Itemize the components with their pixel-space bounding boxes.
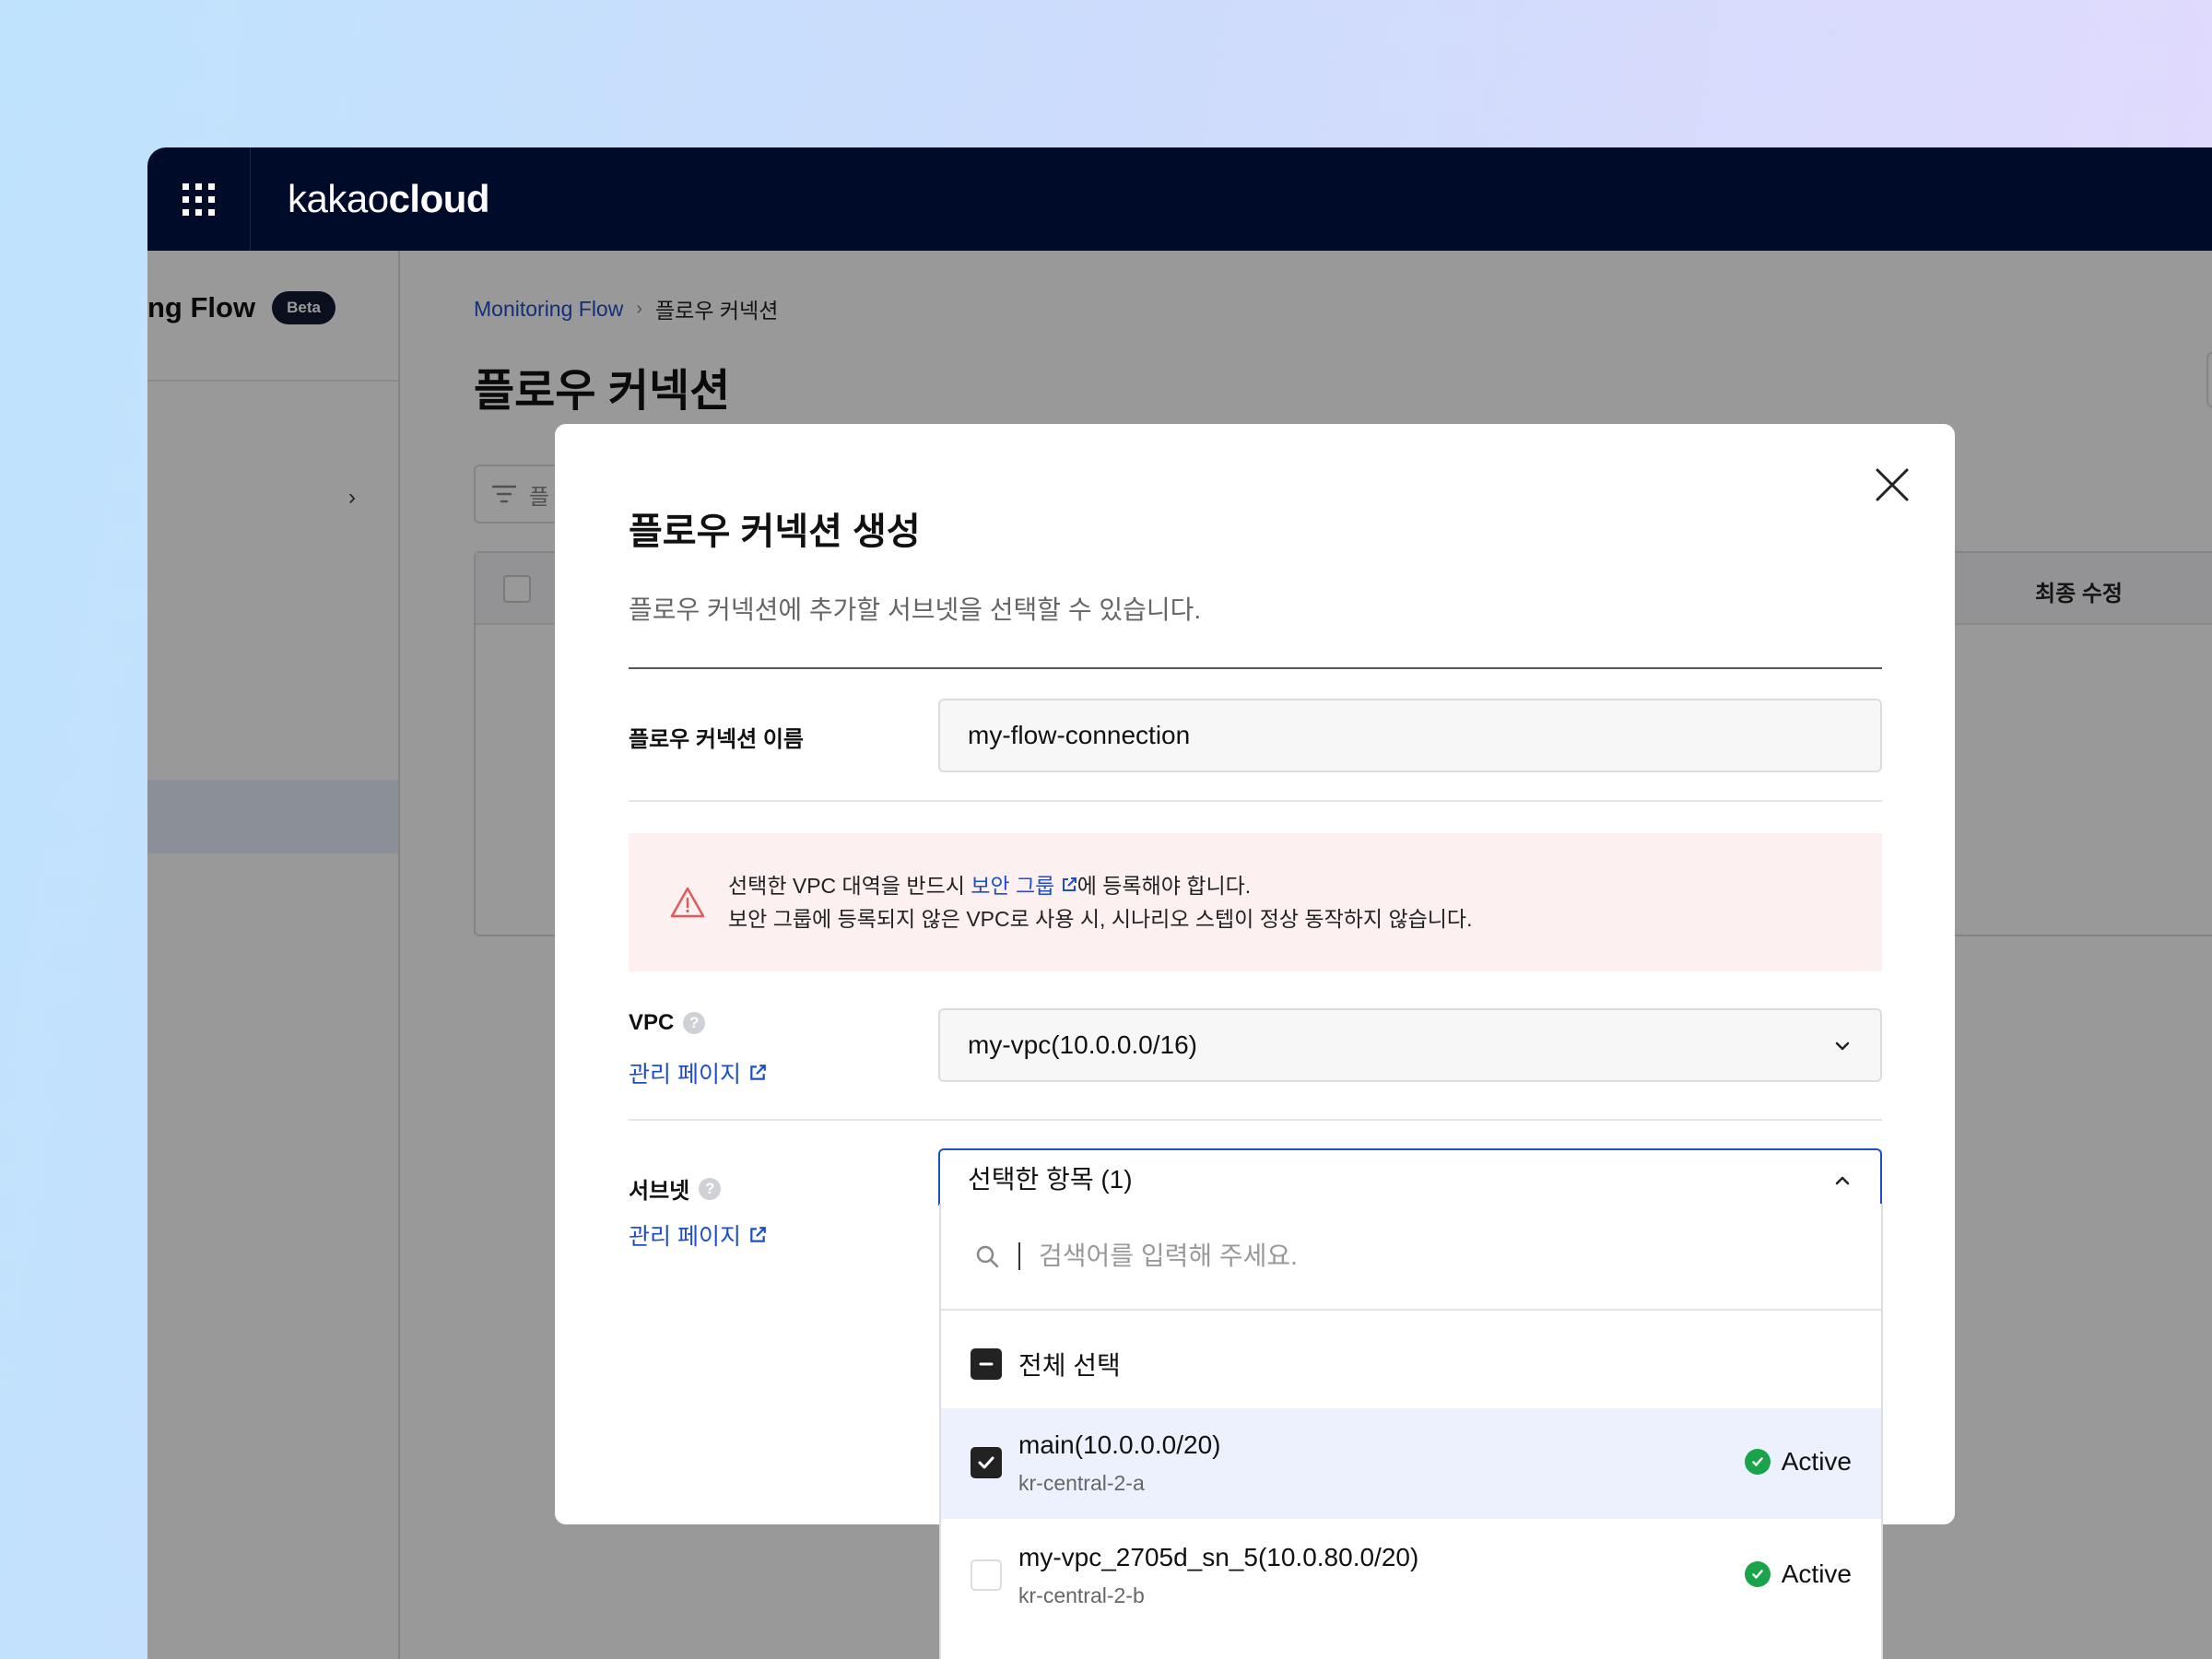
row-divider [629, 1119, 1882, 1121]
vpc-label: VPC ? [629, 1010, 706, 1036]
text-cursor [1018, 1242, 1020, 1270]
grid-menu-icon [182, 182, 215, 216]
modal-title: 플로우 커넥션 생성 [629, 512, 921, 552]
app-menu-button[interactable] [147, 147, 251, 251]
connection-name-input[interactable]: my-flow-connection [938, 699, 1882, 772]
help-icon[interactable]: ? [683, 1012, 706, 1034]
checked-checkbox[interactable] [971, 1447, 1002, 1478]
modal-divider [629, 667, 1882, 669]
close-icon[interactable] [1872, 465, 1912, 505]
chevron-up-icon [1835, 1176, 1850, 1185]
subnet-zone: kr-central-2-b [1018, 1583, 1145, 1607]
help-icon[interactable]: ? [699, 1177, 722, 1200]
top-navigation-bar: kakaocloud [147, 147, 2212, 251]
subnet-name: main(10.0.0.0/20) [1018, 1430, 1221, 1459]
modal-description: 플로우 커넥션에 추가할 서브넷을 선택할 수 있습니다. [629, 595, 1202, 624]
subnet-manage-page-link[interactable]: 관리 페이지 [629, 1218, 767, 1252]
subnet-zone: kr-central-2-a [1018, 1471, 1145, 1495]
subnet-select[interactable]: 선택한 항목 (1) [938, 1148, 1882, 1206]
vpc-select[interactable]: my-vpc(10.0.0.0/16) [938, 1008, 1882, 1082]
status-badge: Active [1744, 1447, 1852, 1477]
select-all-option[interactable]: 전체 선택 [971, 1346, 1121, 1382]
row-divider [629, 800, 1882, 802]
unchecked-checkbox[interactable] [971, 1559, 1002, 1591]
subnet-search [941, 1204, 1881, 1311]
vpc-manage-page-link[interactable]: 관리 페이지 [629, 1056, 767, 1089]
search-icon [976, 1245, 999, 1268]
status-badge: Active [1744, 1559, 1852, 1589]
minus-icon [979, 1362, 994, 1366]
check-circle-icon [1744, 1449, 1771, 1475]
security-group-link[interactable]: 보안 그룹 [971, 874, 1077, 898]
subnet-name: my-vpc_2705d_sn_5(10.0.80.0/20) [1018, 1543, 1419, 1571]
security-group-alert: 선택한 VPC 대역을 반드시 보안 그룹 에 등록해야 합니다. 보안 그룹에… [629, 833, 1882, 971]
chevron-down-icon [1835, 1041, 1850, 1051]
connection-name-label: 플로우 커넥션 이름 [629, 727, 804, 752]
check-circle-icon [1744, 1561, 1771, 1587]
subnet-option[interactable]: my-vpc_2705d_sn_5(10.0.80.0/20) kr-centr… [941, 1521, 1881, 1631]
alert-message: 선택한 VPC 대역을 반드시 보안 그룹 에 등록해야 합니다. 보안 그룹에… [728, 874, 1473, 931]
subnet-dropdown: 전체 선택 main(10.0.0.0/20) kr-central-2-a A… [939, 1204, 1883, 1659]
external-link-icon [750, 1227, 766, 1242]
external-link-icon [1062, 877, 1077, 891]
external-link-icon [750, 1065, 766, 1080]
indeterminate-checkbox[interactable] [971, 1348, 1002, 1380]
warning-icon [670, 887, 705, 918]
subnet-label: 서브넷 ? [629, 1172, 722, 1205]
brand-logo[interactable]: kakaocloud [288, 177, 490, 221]
subnet-option[interactable]: main(10.0.0.0/20) kr-central-2-a Active [941, 1408, 1881, 1519]
subnet-search-input[interactable] [1039, 1241, 1776, 1271]
check-icon [978, 1456, 994, 1469]
